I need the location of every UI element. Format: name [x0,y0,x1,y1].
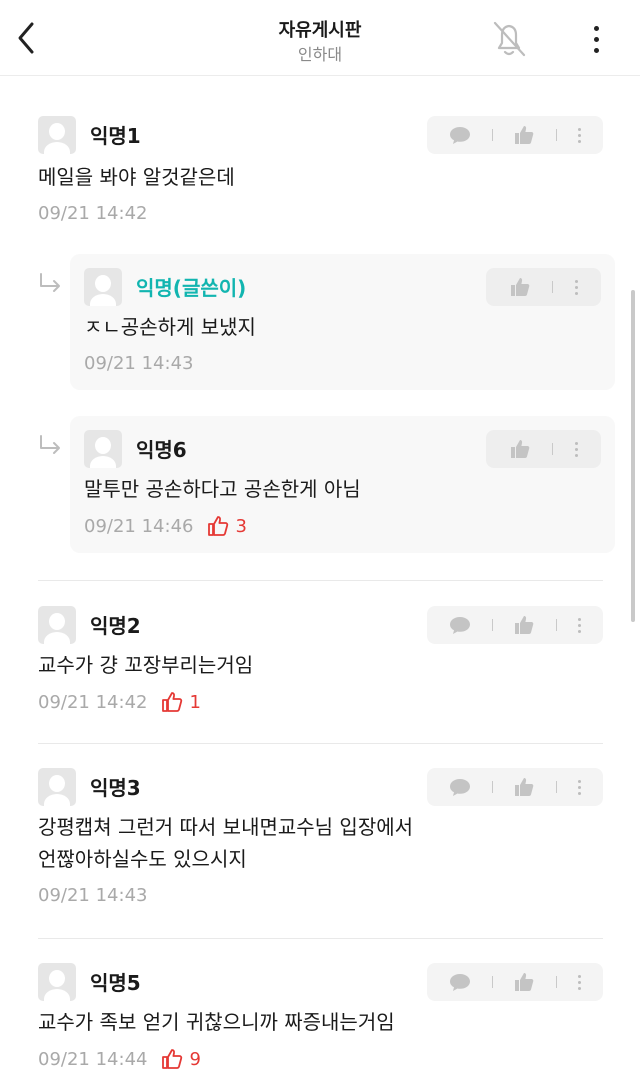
comment-time: 09/21 14:42 [38,203,148,224]
reply-arrow-icon [40,435,60,454]
avatar [84,430,122,468]
speech-bubble-icon[interactable] [449,615,471,635]
comment-text-line-1: 강평캡쳐 그런거 따서 보내면교수님 입장에서 [38,815,414,839]
reply-actions [486,430,601,468]
comment-meta: 09/21 14:42 [38,203,147,224]
reply-meta: 09/21 14:46 3 [84,515,247,537]
board-school: 인하대 [297,45,343,64]
divider [38,938,603,939]
comment-text: 교수가 걍 꼬장부리는거임 [38,653,254,677]
like-count: 1 [161,691,201,713]
reply-text: ㅈㄴ공손하게 보냈지 [84,315,256,339]
reply-meta: 09/21 14:43 [84,353,193,374]
like-number: 1 [189,691,201,713]
thumbs-up-icon [162,692,183,712]
board-title: 자유게시판 [278,20,362,41]
comment-item: 익명5 교수가 족보 얻기 귀찮으니까 짜증내는거임 09/21 14:44 9 [38,963,603,1073]
avatar [84,268,122,306]
comment-time: 09/21 14:44 [38,1048,148,1070]
comment-author: 익명2 [90,614,141,638]
reply-more-button[interactable] [575,441,579,457]
comment-text: 메일을 봐야 알것같은데 [38,165,235,189]
notification-toggle-button[interactable] [488,18,530,60]
reply-arrow-icon [40,273,60,292]
avatar [38,963,76,1001]
comment-actions [427,768,603,806]
comment-author: 익명5 [90,971,141,995]
bell-off-icon [493,21,526,57]
like-count: 9 [161,1048,201,1070]
comment-more-button[interactable] [577,127,581,143]
comment-author: 익명3 [90,776,141,800]
thumbs-up-icon[interactable] [513,614,535,636]
divider [38,743,603,744]
thumbs-up-icon [162,1049,183,1069]
reply-time: 09/21 14:43 [84,353,194,374]
more-vertical-button[interactable] [584,22,608,56]
reply-item: 익명(글쓴이) ㅈㄴ공손하게 보냈지 09/21 14:43 [70,254,615,390]
thumbs-up-icon[interactable] [513,971,535,993]
thumbs-up-icon [208,516,229,536]
comment-item: 익명3 강평캡쳐 그런거 따서 보내면교수님 입장에서 언짢아하실수도 있으시지… [38,768,603,913]
reply-time: 09/21 14:46 [84,515,194,537]
speech-bubble-icon[interactable] [449,125,471,145]
comment-text: 교수가 족보 얻기 귀찮으니까 짜증내는거임 [38,1010,395,1034]
scrollbar[interactable] [631,290,635,622]
comment-item: 익명2 교수가 걍 꼬장부리는거임 09/21 14:42 1 [38,606,603,718]
comment-meta: 09/21 14:44 9 [38,1048,201,1070]
comment-time: 09/21 14:42 [38,691,148,713]
divider [38,580,603,581]
reply-text: 말투만 공손하다고 공손한게 아님 [84,477,361,501]
avatar [38,606,76,644]
top-bar: 자유게시판 인하대 [0,0,640,76]
reply-item: 익명6 말투만 공손하다고 공손한게 아님 09/21 14:46 3 [70,416,615,553]
comment-item: 익명1 메일을 봐야 알것같은데 09/21 14:42 [38,116,603,228]
comment-time: 09/21 14:43 [38,885,148,906]
comment-more-button[interactable] [577,974,581,990]
reply-author: 익명6 [136,438,187,462]
like-count: 3 [207,515,247,537]
reply-author: 익명(글쓴이) [136,276,247,300]
avatar [38,768,76,806]
thumbs-up-icon[interactable] [509,276,531,298]
thumbs-up-icon[interactable] [513,776,535,798]
comment-more-button[interactable] [577,779,581,795]
comment-more-button[interactable] [577,617,581,633]
reply-more-button[interactable] [575,279,579,295]
comment-actions [427,116,603,154]
like-number: 9 [189,1048,201,1070]
comment-text-line-2: 언짢아하실수도 있으시지 [38,847,247,871]
comment-actions [427,606,603,644]
reply-actions [486,268,601,306]
avatar [38,116,76,154]
comment-meta: 09/21 14:42 1 [38,691,201,713]
comment-author: 익명1 [90,124,141,148]
thumbs-up-icon[interactable] [513,124,535,146]
speech-bubble-icon[interactable] [449,972,471,992]
thumbs-up-icon[interactable] [509,438,531,460]
comment-meta: 09/21 14:43 [38,885,147,906]
speech-bubble-icon[interactable] [449,777,471,797]
like-number: 3 [235,515,247,537]
comment-actions [427,963,603,1001]
